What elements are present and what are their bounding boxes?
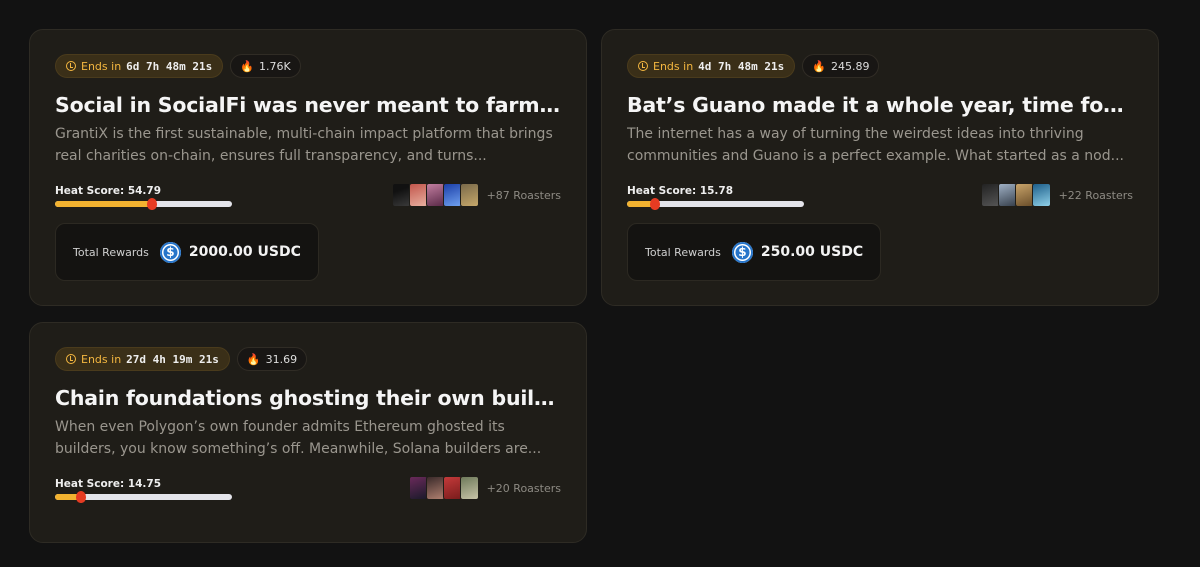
- card-title[interactable]: Bat’s Guano made it a whole year, time f…: [627, 93, 1133, 117]
- heat-badge: 🔥 31.69: [236, 347, 308, 371]
- flame-icon: 🔥: [812, 59, 826, 73]
- heat-bar-flame-icon: [76, 491, 86, 503]
- card-title[interactable]: Social in SocialFi was never meant to fa…: [55, 93, 561, 117]
- clock-icon: [66, 354, 76, 364]
- heat-score-label: Heat Score: 54.79: [55, 185, 162, 197]
- roast-card[interactable]: Ends in 27d 4h 19m 21s 🔥 31.69 Chain fou…: [29, 322, 587, 543]
- roasters-count: +20 Roasters: [486, 481, 561, 495]
- countdown-badge: Ends in 6d 7h 48m 21s: [55, 54, 224, 78]
- countdown-badge: Ends in 27d 4h 19m 21s: [55, 347, 230, 371]
- countdown-badge: Ends in 4d 7h 48m 21s: [627, 54, 796, 78]
- card-meta: Ends in 6d 7h 48m 21s 🔥 1.76K: [55, 54, 561, 78]
- total-rewards: Total Rewards $ 2000.00 USDC: [55, 223, 319, 281]
- heat-value: 1.76K: [258, 59, 291, 73]
- flame-icon: 🔥: [240, 59, 254, 73]
- avatar: [459, 476, 479, 500]
- roaster-avatars: [391, 183, 479, 207]
- heat-badge: 🔥 1.76K: [230, 54, 301, 78]
- heat-bar-flame-icon: [147, 198, 157, 210]
- card-description: GrantiX is the first sustainable, multi-…: [55, 126, 553, 164]
- heat-bar-flame-icon: [650, 198, 660, 210]
- rewards-label: Total Rewards: [645, 245, 721, 259]
- avatar: [980, 183, 1000, 207]
- heat-badge: 🔥 245.89: [802, 54, 880, 78]
- roast-card[interactable]: Ends in 6d 7h 48m 21s 🔥 1.76K Social in …: [29, 29, 587, 306]
- total-rewards: Total Rewards $ 250.00 USDC: [627, 223, 882, 281]
- heat-score-label: Heat Score: 14.75: [55, 478, 162, 490]
- avatar: [442, 476, 462, 500]
- countdown-time: 6d 7h 48m 21s: [126, 59, 213, 73]
- heat-score-bar: [55, 198, 232, 210]
- roaster-avatars: [408, 476, 479, 500]
- card-meta: Ends in 27d 4h 19m 21s 🔥 31.69: [55, 347, 561, 371]
- heat-score-label: Heat Score: 15.78: [627, 185, 734, 197]
- roasters[interactable]: +22 Roasters: [980, 183, 1133, 207]
- ends-label: Ends in: [653, 59, 694, 73]
- rewards-amount: 2000.00 USDC: [188, 244, 301, 260]
- heat-value: 31.69: [265, 352, 298, 366]
- avatar: [442, 183, 462, 207]
- usdc-icon: $: [159, 241, 181, 263]
- heat-score-bar: [627, 198, 804, 210]
- rewards-amount: 250.00 USDC: [760, 244, 864, 260]
- heat-value: 245.89: [830, 59, 870, 73]
- roasters-count: +22 Roasters: [1058, 188, 1133, 202]
- countdown-time: 27d 4h 19m 21s: [126, 352, 219, 366]
- card-description: The internet has a way of turning the we…: [627, 126, 1124, 164]
- usdc-icon: $: [731, 241, 753, 263]
- flame-icon: 🔥: [246, 352, 261, 366]
- roast-card[interactable]: Ends in 4d 7h 48m 21s 🔥 245.89 Bat’s Gua…: [601, 29, 1159, 306]
- avatar: [1031, 183, 1051, 207]
- avatar: [1014, 183, 1034, 207]
- ends-label: Ends in: [81, 352, 122, 366]
- avatar: [408, 476, 428, 500]
- card-meta: Ends in 4d 7h 48m 21s 🔥 245.89: [627, 54, 1133, 78]
- avatar: [408, 183, 428, 207]
- heat-score: Heat Score: 54.79: [55, 185, 232, 210]
- heat-score: Heat Score: 15.78: [627, 185, 804, 210]
- avatar: [459, 183, 479, 207]
- avatar: [425, 183, 445, 207]
- card-description: When even Polygon’s own founder admits E…: [55, 419, 542, 457]
- heat-score: Heat Score: 14.75: [55, 478, 232, 503]
- heat-bar-fill: [55, 201, 152, 207]
- clock-icon: [66, 61, 76, 71]
- clock-icon: [638, 61, 648, 71]
- avatar: [997, 183, 1017, 207]
- rewards-label: Total Rewards: [73, 245, 149, 259]
- card-title[interactable]: Chain foundations ghosting their own bui…: [55, 386, 561, 410]
- avatar: [391, 183, 411, 207]
- ends-label: Ends in: [81, 59, 122, 73]
- avatar: [425, 476, 445, 500]
- countdown-time: 4d 7h 48m 21s: [698, 59, 785, 73]
- roasters[interactable]: +20 Roasters: [408, 476, 561, 500]
- heat-score-bar: [55, 491, 232, 503]
- roasters[interactable]: +87 Roasters: [391, 183, 561, 207]
- roasters-count: +87 Roasters: [486, 188, 561, 202]
- roaster-avatars: [980, 183, 1051, 207]
